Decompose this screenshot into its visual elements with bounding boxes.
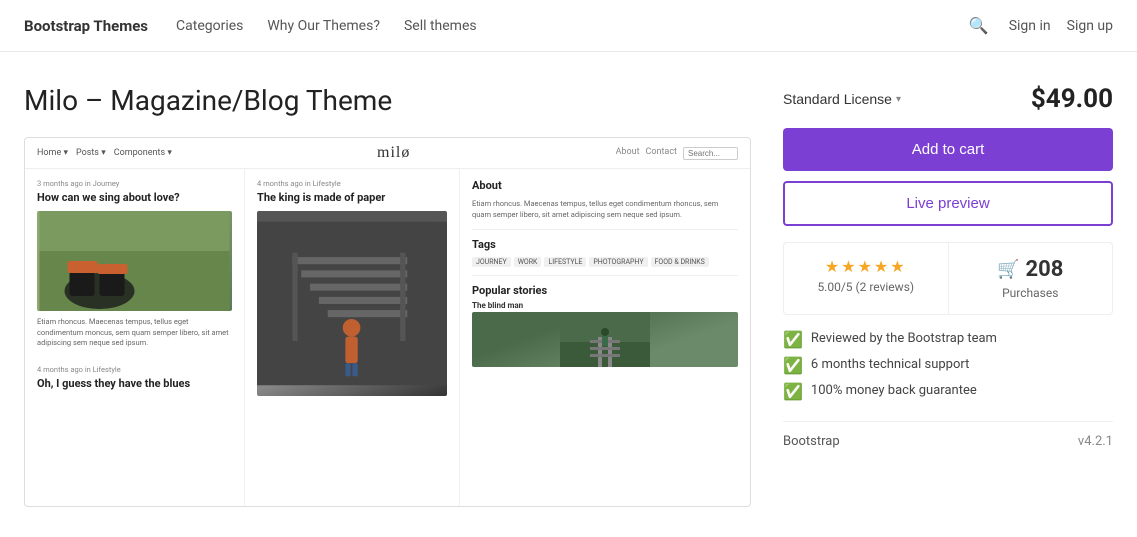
purchases-count: 🛒 208	[961, 257, 1101, 282]
nav-sell[interactable]: Sell themes	[404, 18, 477, 34]
popular-item-title: The blind man	[472, 301, 738, 310]
license-price-row: Standard License ▾ $49.00	[783, 84, 1113, 114]
nav-categories[interactable]: Categories	[176, 18, 243, 34]
feature-2-text: 6 months technical support	[811, 357, 969, 372]
purchases-number: 208	[1026, 257, 1064, 282]
article1-meta: 3 months ago in Journey	[37, 179, 232, 188]
tag-photography[interactable]: PHOTOGRAPHY	[589, 257, 647, 267]
tags-section: Tags JOURNEY WORK LIFESTYLE PHOTOGRAPHY …	[472, 238, 738, 267]
theme-search-input[interactable]	[683, 147, 738, 160]
about-text: Etiam rhoncus. Maecenas tempus, tellus e…	[472, 198, 738, 221]
tag-journey[interactable]: JOURNEY	[472, 257, 511, 267]
tag-lifestyle[interactable]: LIFESTYLE	[544, 257, 586, 267]
theme-col-left: 3 months ago in Journey How can we sing …	[25, 169, 245, 507]
theme-nav: Home ▾ Posts ▾ Components ▾ milø About C…	[25, 138, 750, 169]
theme-brand: milø	[377, 144, 410, 162]
feature-3-text: 100% money back guarantee	[811, 383, 977, 398]
theme-nav-links: Home ▾ Posts ▾ Components ▾	[37, 148, 172, 158]
theme-nav-posts[interactable]: Posts ▾	[76, 148, 106, 158]
feature-3: ✅ 100% money back guarantee	[783, 383, 1113, 401]
navbar-brand[interactable]: Bootstrap Themes	[24, 17, 148, 35]
theme-nav-home[interactable]: Home ▾	[37, 148, 68, 158]
left-column: Milo – Magazine/Blog Theme Home ▾ Posts …	[24, 84, 751, 507]
nav-auth: Sign in Sign up	[1009, 18, 1113, 34]
theme-content: 3 months ago in Journey How can we sing …	[25, 169, 750, 507]
feature-1-text: Reviewed by the Bootstrap team	[811, 331, 997, 346]
feature-2: ✅ 6 months technical support	[783, 357, 1113, 375]
price: $49.00	[1031, 84, 1113, 114]
check-icon-3: ✅	[783, 382, 803, 401]
license-label: Standard License	[783, 91, 892, 107]
features-list: ✅ Reviewed by the Bootstrap team ✅ 6 mon…	[783, 331, 1113, 401]
article3-title: Oh, I guess they have the blues	[37, 377, 232, 391]
about-title: About	[472, 179, 738, 192]
page-container: Milo – Magazine/Blog Theme Home ▾ Posts …	[0, 52, 1137, 531]
bootstrap-row: Bootstrap v4.2.1	[783, 421, 1113, 449]
sign-in-link[interactable]: Sign in	[1009, 18, 1051, 34]
theme-nav-components[interactable]: Components ▾	[114, 148, 172, 158]
navbar: Bootstrap Themes Categories Why Our Them…	[0, 0, 1137, 52]
check-icon-2: ✅	[783, 356, 803, 375]
theme-col-right: About Etiam rhoncus. Maecenas tempus, te…	[460, 169, 750, 507]
purchases-label: Purchases	[961, 286, 1101, 300]
article2-image	[257, 211, 447, 396]
check-icon-1: ✅	[783, 330, 803, 349]
bootstrap-version: v4.2.1	[1078, 434, 1113, 449]
stars: ★★★★★	[796, 257, 936, 276]
stats-row: ★★★★★ 5.00/5 (2 reviews) 🛒 208 Purchases	[783, 242, 1113, 315]
rating-label: 5.00/5 (2 reviews)	[796, 280, 936, 294]
sidebar-top: Standard License ▾ $49.00 Add to cart Li…	[783, 84, 1113, 226]
live-preview-button[interactable]: Live preview	[783, 181, 1113, 226]
popular-title: Popular stories	[472, 284, 738, 297]
article2-title: The king is made of paper	[257, 191, 447, 205]
bootstrap-label: Bootstrap	[783, 434, 840, 449]
rating-box: ★★★★★ 5.00/5 (2 reviews)	[784, 243, 949, 314]
tags-title: Tags	[472, 238, 738, 251]
right-column: Standard License ▾ $49.00 Add to cart Li…	[783, 84, 1113, 507]
page-title: Milo – Magazine/Blog Theme	[24, 84, 751, 117]
article3-meta: 4 months ago in Lifestyle	[37, 365, 232, 374]
feature-1: ✅ Reviewed by the Bootstrap team	[783, 331, 1113, 349]
theme-contact-link[interactable]: Contact	[646, 147, 677, 160]
search-icon-button[interactable]: 🔍	[969, 16, 989, 36]
cart-icon: 🛒	[997, 259, 1019, 280]
purchases-box: 🛒 208 Purchases	[949, 243, 1113, 314]
article1-title: How can we sing about love?	[37, 191, 232, 205]
nav-why[interactable]: Why Our Themes?	[267, 18, 380, 34]
article2-meta: 4 months ago in Lifestyle	[257, 179, 447, 188]
chevron-down-icon: ▾	[896, 94, 901, 105]
tags-list: JOURNEY WORK LIFESTYLE PHOTOGRAPHY FOOD …	[472, 257, 738, 267]
add-to-cart-button[interactable]: Add to cart	[783, 128, 1113, 171]
preview-frame: Home ▾ Posts ▾ Components ▾ milø About C…	[24, 137, 751, 507]
navbar-links: Categories Why Our Themes? Sell themes	[176, 18, 477, 34]
theme-col-mid: 4 months ago in Lifestyle The king is ma…	[245, 169, 460, 507]
navbar-right: 🔍 Sign in Sign up	[969, 16, 1113, 36]
tag-food[interactable]: FOOD & DRINKS	[651, 257, 709, 267]
theme-nav-right: About Contact	[616, 147, 738, 160]
tag-work[interactable]: WORK	[514, 257, 542, 267]
popular-image	[472, 312, 738, 367]
theme-about-link[interactable]: About	[616, 147, 640, 160]
license-select[interactable]: Standard License ▾	[783, 91, 901, 107]
article1-text: Etiam rhoncus. Maecenas tempus, tellus e…	[37, 317, 232, 349]
sign-up-link[interactable]: Sign up	[1067, 18, 1113, 34]
article1-image	[37, 211, 232, 311]
